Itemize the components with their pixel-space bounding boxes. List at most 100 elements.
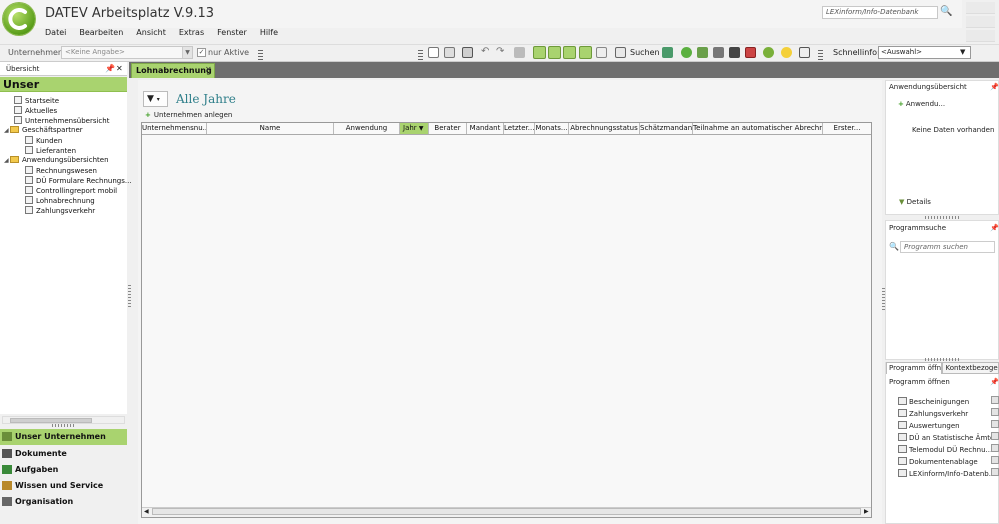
- nur-aktive-checkbox[interactable]: ✓: [197, 48, 206, 57]
- redo-icon[interactable]: ↷: [496, 46, 504, 57]
- tree-item-lohnabrechnung[interactable]: Lohnabrechnung: [25, 196, 95, 205]
- pin-icon[interactable]: 📌: [990, 83, 999, 91]
- search-icon[interactable]: 🔍: [940, 6, 954, 19]
- lightbulb-icon[interactable]: [781, 47, 792, 58]
- tree-item-lieferanten[interactable]: Lieferanten: [25, 146, 76, 155]
- tools-icon[interactable]: [713, 47, 724, 58]
- minimize-button[interactable]: [966, 2, 995, 14]
- scroll-left-icon[interactable]: ◀: [144, 508, 149, 515]
- tree-view-icon[interactable]: [533, 46, 546, 59]
- device-icon[interactable]: [729, 47, 740, 58]
- toolbar-grip-icon[interactable]: [818, 50, 823, 60]
- toolbar-grip-icon[interactable]: [418, 50, 423, 60]
- menu-fenster[interactable]: Fenster: [212, 28, 255, 40]
- window-icon[interactable]: [799, 47, 810, 58]
- column-header[interactable]: Letzter...: [504, 123, 535, 134]
- copy-icon[interactable]: [514, 47, 525, 58]
- column-header[interactable]: Mandant: [467, 123, 504, 134]
- suchen-icon[interactable]: [615, 47, 626, 58]
- help-icon[interactable]: [763, 47, 774, 58]
- program-item-auswertungen[interactable]: Auswertungen: [898, 421, 960, 430]
- program-item-zahlungsverkehr[interactable]: Zahlungsverkehr: [898, 409, 968, 418]
- program-item-bescheinigungen[interactable]: Bescheinigungen: [898, 397, 969, 406]
- details-view-icon[interactable]: [596, 47, 607, 58]
- tree-item-geschaeftspartner[interactable]: ◢ Geschäftspartner: [4, 126, 83, 134]
- column-header-sorted[interactable]: Jahr ▼: [400, 123, 429, 134]
- nav-unser-unternehmen[interactable]: Unser Unternehmen: [0, 429, 127, 445]
- tree-item-rechnungswesen[interactable]: Rechnungswesen: [25, 166, 97, 175]
- column-header[interactable]: Name: [207, 123, 334, 134]
- program-item-telemodul[interactable]: Telemodul DÜ Rechnu...: [898, 445, 992, 454]
- book-icon[interactable]: [745, 47, 756, 58]
- pin-icon[interactable]: 📌: [105, 64, 115, 73]
- grid-view-icon[interactable]: [579, 46, 592, 59]
- menu-bearbeiten[interactable]: Bearbeiten: [74, 28, 131, 40]
- new-document-icon[interactable]: [428, 47, 439, 58]
- details-toggle[interactable]: ▼ Details: [899, 198, 931, 206]
- open-program-icon[interactable]: [991, 468, 999, 476]
- close-button[interactable]: [966, 30, 995, 42]
- programm-search-input[interactable]: Programm suchen: [900, 241, 995, 253]
- column-header[interactable]: Schätzmandant: [640, 123, 693, 134]
- menu-ansicht[interactable]: Ansicht: [131, 28, 174, 40]
- column-header[interactable]: Abrechnungsstatus: [569, 123, 640, 134]
- tree-item-kunden[interactable]: Kunden: [25, 136, 62, 145]
- close-icon[interactable]: ✕: [116, 64, 123, 73]
- menu-extras[interactable]: Extras: [174, 28, 212, 40]
- splitter-grip-icon[interactable]: [128, 285, 131, 307]
- maximize-button[interactable]: [966, 16, 995, 28]
- lexinform-search-input[interactable]: LEXinform/Info-Datenbank: [822, 6, 938, 19]
- program-item-dokumentenablage[interactable]: Dokumentenablage: [898, 457, 978, 466]
- column-header[interactable]: Monats...: [535, 123, 569, 134]
- anwendung-add-button[interactable]: + Anwendu...: [898, 100, 945, 108]
- column-header[interactable]: Anwendung: [334, 123, 400, 134]
- menu-datei[interactable]: Datei: [40, 28, 74, 40]
- open-program-icon[interactable]: [991, 396, 999, 404]
- column-header[interactable]: Erster...: [823, 123, 871, 134]
- schnellinfo-combobox[interactable]: <Auswahl>: [878, 46, 971, 59]
- splitter-grip-icon[interactable]: [52, 424, 74, 427]
- filter-dropdown-button[interactable]: ▼ ▾: [143, 91, 168, 107]
- filter-view-icon[interactable]: [563, 46, 576, 59]
- open-program-icon[interactable]: [991, 432, 999, 440]
- chevron-down-icon[interactable]: ▼: [960, 48, 965, 56]
- scrollbar-thumb[interactable]: [152, 508, 861, 515]
- program-item-lexinform[interactable]: LEXinform/Info-Datenb...: [898, 469, 995, 478]
- tab-kontextbezogene[interactable]: Kontextbezogene: [942, 362, 999, 374]
- scroll-right-icon[interactable]: ▶: [864, 508, 869, 515]
- column-header[interactable]: Berater: [429, 123, 467, 134]
- pin-icon[interactable]: 📌: [990, 378, 999, 386]
- column-header[interactable]: Unternehmensnu...: [142, 123, 207, 134]
- open-program-icon[interactable]: [991, 420, 999, 428]
- list-view-icon[interactable]: [548, 46, 561, 59]
- tree-item-anwendungsuebersichten[interactable]: ◢ Anwendungsübersichten: [4, 156, 109, 164]
- tree-item-startseite[interactable]: Startseite: [14, 96, 59, 105]
- chevron-down-icon[interactable]: ▼: [182, 47, 192, 58]
- nav-organisation[interactable]: Organisation: [0, 494, 127, 510]
- suchen-button[interactable]: Suchen: [630, 48, 660, 57]
- tree-item-du-formulare[interactable]: DÜ Formulare Rechnungs...: [25, 176, 132, 185]
- open-program-icon[interactable]: [991, 444, 999, 452]
- tree-item-unternehmensuebersicht[interactable]: Unternehmensübersicht: [14, 116, 109, 125]
- undo-icon[interactable]: ↶: [481, 46, 489, 57]
- tree-item-controllingreport[interactable]: Controllingreport mobil: [25, 186, 117, 195]
- print-icon[interactable]: [462, 47, 473, 58]
- chart-icon[interactable]: [697, 47, 708, 58]
- unternehmen-anlegen-button[interactable]: + Unternehmen anlegen: [145, 111, 232, 119]
- program-item-du-statistische-aemter[interactable]: DÜ an Statistische Ämter: [898, 433, 997, 442]
- splitter-grip-icon[interactable]: [925, 358, 960, 361]
- open-program-icon[interactable]: [991, 456, 999, 464]
- nav-aufgaben[interactable]: Aufgaben: [0, 462, 127, 478]
- scrollbar-thumb[interactable]: [10, 418, 92, 423]
- tree-item-zahlungsverkehr[interactable]: Zahlungsverkehr: [25, 206, 95, 215]
- tree-item-aktuelles[interactable]: Aktuelles: [14, 106, 57, 115]
- nav-dokumente[interactable]: Dokumente: [0, 446, 127, 462]
- pin-icon[interactable]: 📌: [990, 224, 999, 232]
- unternehmen-combobox[interactable]: <Keine Angabe>: [61, 46, 193, 59]
- open-program-icon[interactable]: [991, 408, 999, 416]
- monitor-icon[interactable]: [662, 47, 673, 58]
- column-header[interactable]: Teilnahme an automatischer Abrechn...: [693, 123, 823, 134]
- toolbar-grip-icon[interactable]: [258, 50, 263, 60]
- save-icon[interactable]: [444, 47, 455, 58]
- nav-wissen-und-service[interactable]: Wissen und Service: [0, 478, 127, 494]
